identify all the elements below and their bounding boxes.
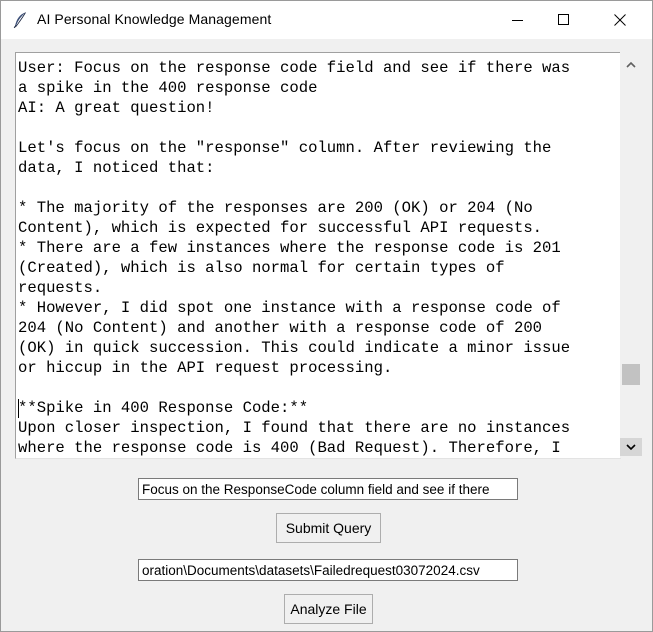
minimize-icon	[512, 20, 523, 21]
close-icon	[614, 14, 626, 26]
response-line: (OK) in quick succession. This could ind…	[18, 339, 571, 357]
response-line: User: Focus on the response code field a…	[18, 59, 571, 77]
response-line: Content), which is expected for successf…	[18, 219, 543, 237]
maximize-icon	[558, 14, 569, 25]
analyze-file-button[interactable]: Analyze File	[284, 594, 373, 624]
response-line: Upon closer inspection, I found that the…	[18, 419, 571, 437]
maximize-button[interactable]	[541, 1, 587, 39]
response-line: (Created), which is also normal for cert…	[18, 259, 505, 277]
response-text-area[interactable]: User: Focus on the response code field a…	[15, 52, 621, 459]
response-line: where the response code is 400 (Bad Requ…	[18, 439, 561, 457]
minimize-button[interactable]	[495, 1, 541, 39]
response-line: a spike in the 400 response code	[18, 79, 318, 97]
response-line: * The majority of the responses are 200 …	[18, 199, 533, 217]
response-line: requests.	[18, 279, 103, 297]
response-text: User: Focus on the response code field a…	[18, 58, 616, 458]
response-line	[18, 378, 616, 398]
file-path-input[interactable]	[138, 559, 518, 581]
response-line	[18, 118, 616, 138]
scroll-down-button[interactable]	[620, 438, 642, 456]
chevron-up-icon	[626, 61, 636, 68]
close-button[interactable]	[597, 1, 643, 39]
response-line: AI: A great question!	[18, 99, 215, 117]
query-input[interactable]	[138, 478, 518, 500]
response-line: **Spike in 400 Response Code:**	[18, 399, 309, 417]
feather-icon	[11, 11, 29, 29]
scroll-up-button[interactable]	[620, 56, 642, 74]
response-line: * However, I did spot one instance with …	[18, 299, 561, 317]
text-cursor	[18, 399, 19, 418]
scrollbar-thumb[interactable]	[622, 364, 640, 386]
response-line	[18, 178, 616, 198]
response-line: * There are a few instances where the re…	[18, 239, 561, 257]
title-bar[interactable]: AI Personal Knowledge Management	[1, 1, 652, 39]
response-line: data, I noticed that:	[18, 159, 215, 177]
vertical-scrollbar[interactable]	[620, 52, 642, 458]
window-title: AI Personal Knowledge Management	[37, 11, 272, 27]
submit-query-button[interactable]: Submit Query	[276, 513, 381, 543]
response-line: Let's focus on the "response" column. Af…	[18, 139, 552, 157]
app-window: AI Personal Knowledge Management User: F…	[0, 0, 653, 632]
response-line: 204 (No Content) and another with a resp…	[18, 319, 543, 337]
chevron-down-icon	[626, 444, 636, 451]
response-line: or hiccup in the API request processing.	[18, 359, 393, 377]
